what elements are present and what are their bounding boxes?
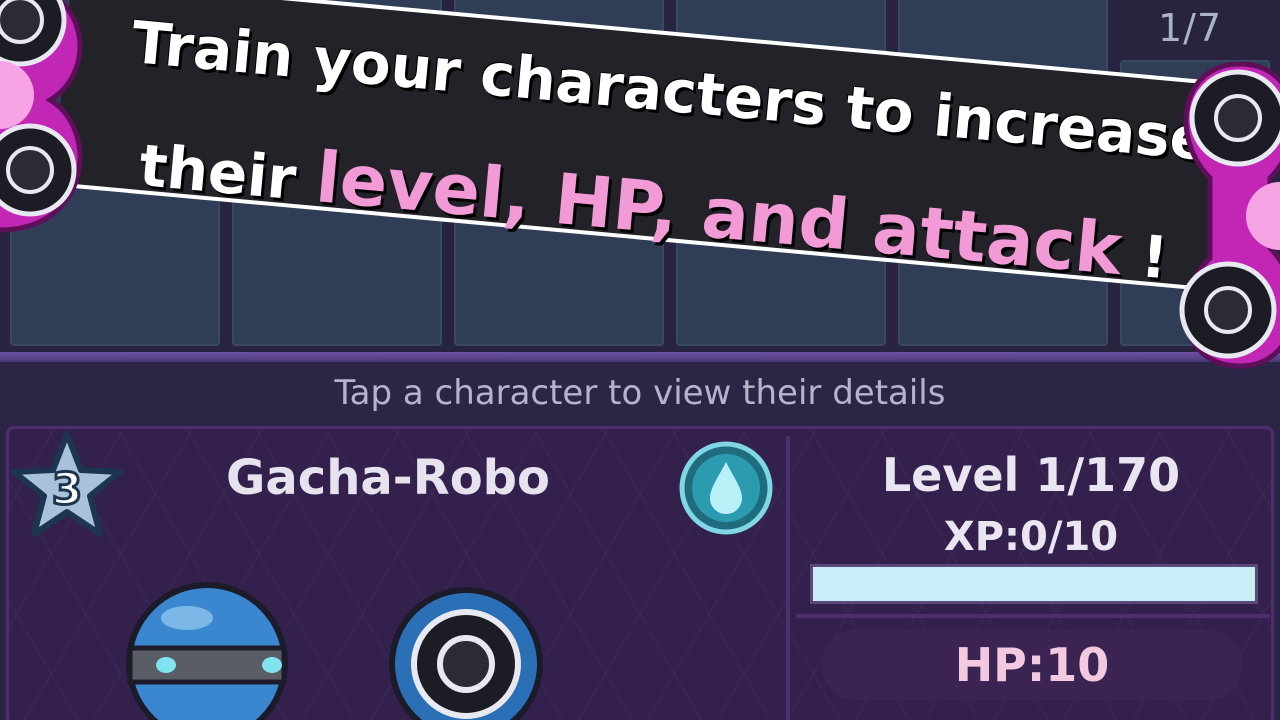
character-name: Gacha-Robo <box>226 450 550 506</box>
fidget-spinner-left-icon <box>0 0 83 233</box>
banner-line-2-start: their <box>136 131 320 215</box>
rarity-star-icon: 3 <box>11 431 123 537</box>
banner-line-2-end: ! <box>1118 220 1171 293</box>
xp-progress-fill <box>813 567 1255 601</box>
hp-label: HP:10 <box>822 630 1242 700</box>
water-drop-icon <box>679 441 773 535</box>
gacha-robo-body-icon <box>126 582 288 720</box>
xp-progress-bar <box>810 564 1258 604</box>
page-indicator: 1/7 <box>1158 6 1223 50</box>
rarity-star-count: 3 <box>52 464 83 515</box>
spinner-bearing-icon <box>389 587 543 720</box>
level-label: Level 1/170 <box>881 448 1181 502</box>
stats-divider <box>796 614 1270 618</box>
hint-text: Tap a character to view their details <box>0 362 1280 424</box>
section-divider <box>0 352 1280 362</box>
panel-divider <box>786 436 790 720</box>
xp-label: XP:0/10 <box>943 514 1119 560</box>
fidget-spinner-right-icon <box>1179 61 1280 369</box>
